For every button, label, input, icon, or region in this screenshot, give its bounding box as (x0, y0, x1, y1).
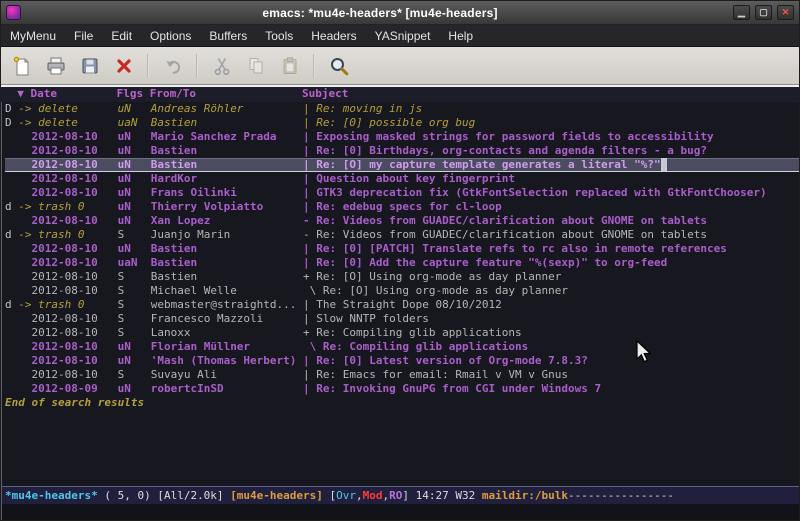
message-row[interactable]: 2012-08-10 uN 'Mash (Thomas Herbert) | R… (5, 354, 799, 368)
end-of-results-text: End of search results (5, 396, 799, 410)
menu-item-help[interactable]: Help (439, 26, 482, 46)
search-icon (328, 55, 350, 77)
menu-bar: MyMenuFileEditOptionsBuffersToolsHeaders… (1, 25, 799, 47)
paste-icon (279, 55, 301, 77)
message-row[interactable]: 2012-08-10 uaN Bastien | Re: [0] Add the… (5, 256, 799, 270)
close-button[interactable]: ✕ (777, 5, 794, 20)
message-row[interactable]: 2012-08-10 uN Mario Sanchez Prada | Expo… (5, 130, 799, 144)
header-line[interactable]: ▼ Date Flgs From/To Subject (1, 85, 799, 102)
save-button[interactable] (74, 51, 105, 81)
message-row[interactable]: 2012-08-10 S Bastien + Re: [O] Using org… (5, 270, 799, 284)
new-file-icon (11, 55, 33, 77)
message-row[interactable]: 2012-08-10 S Michael Welle \ Re: [O] Usi… (5, 284, 799, 298)
toolbar-separator (196, 54, 198, 78)
message-row[interactable]: d -> trash 0 S webmaster@straightd... | … (5, 298, 799, 312)
paste-button[interactable] (274, 51, 305, 81)
message-row[interactable]: 2012-08-10 S Lanoxx + Re: Compiling glib… (5, 326, 799, 340)
emacs-app-icon (6, 5, 21, 20)
undo-icon (162, 55, 184, 77)
print-button[interactable] (40, 51, 71, 81)
message-row[interactable]: 2012-08-10 uN Bastien | Re: [0] [PATCH] … (5, 242, 799, 256)
search-button[interactable] (323, 51, 354, 81)
message-row[interactable]: D -> delete uaN Bastien | Re: [0] possib… (5, 116, 799, 130)
copy-button[interactable] (240, 51, 271, 81)
headers-buffer: D -> delete uN Andreas Röhler | Re: movi… (2, 102, 799, 486)
print-icon (45, 55, 67, 77)
modeline-segment: Ovr (336, 489, 356, 502)
window-title: emacs: *mu4e-headers* [mu4e-headers] (27, 6, 733, 20)
cut-icon (211, 55, 233, 77)
message-row[interactable]: D -> delete uN Andreas Röhler | Re: movi… (5, 102, 799, 116)
mode-line[interactable]: *mu4e-headers* ( 5, 0) [All/2.0k] [mu4e-… (2, 486, 799, 504)
message-row[interactable]: d -> trash 0 uN Thierry Volpiatto | Re: … (5, 200, 799, 214)
message-row[interactable]: 2012-08-10 uN Xan Lopez - Re: Videos fro… (5, 214, 799, 228)
modeline-segment: [All/2.0k] (157, 489, 230, 502)
edit-area: D -> delete uN Andreas Röhler | Re: movi… (1, 102, 799, 520)
cut-button[interactable] (206, 51, 237, 81)
modeline-segment: 14:27 W32 (416, 489, 482, 502)
close-buffer-icon (113, 55, 135, 77)
menu-item-file[interactable]: File (65, 26, 102, 46)
menu-item-buffers[interactable]: Buffers (200, 26, 256, 46)
menu-item-yasnippet[interactable]: YASnippet (366, 26, 440, 46)
maximize-button[interactable]: ▢ (755, 5, 772, 20)
modeline-segment: ] (402, 489, 415, 502)
message-row[interactable]: 2012-08-10 uN Frans Oilinki | GTK3 depre… (5, 186, 799, 200)
text-cursor (661, 158, 668, 171)
modeline-segment: maildir:/bulk (482, 489, 568, 502)
new-file-button[interactable] (6, 51, 37, 81)
menu-item-mymenu[interactable]: MyMenu (1, 26, 65, 46)
modeline-segment: ---------------- (568, 489, 674, 502)
menu-item-options[interactable]: Options (141, 26, 200, 46)
save-icon (79, 55, 101, 77)
echo-area[interactable] (2, 504, 799, 520)
modeline-segment: *mu4e-headers* (5, 489, 98, 502)
message-row[interactable]: 2012-08-10 uN Florian Müllner \ Re: Comp… (5, 340, 799, 354)
copy-icon (245, 55, 267, 77)
toolbar (1, 47, 799, 85)
undo-button[interactable] (157, 51, 188, 81)
modeline-segment: Mod (363, 489, 383, 502)
modeline-segment: [ (323, 489, 336, 502)
modeline-segment: ( 5, 0) (98, 489, 158, 502)
toolbar-separator (147, 54, 149, 78)
emacs-window: emacs: *mu4e-headers* [mu4e-headers] ▁ ▢… (0, 0, 800, 521)
menu-item-tools[interactable]: Tools (256, 26, 302, 46)
message-row[interactable]: d -> trash 0 S Juanjo Marin - Re: Videos… (5, 228, 799, 242)
modeline-segment: [mu4e-headers] (230, 489, 323, 502)
menu-item-headers[interactable]: Headers (302, 26, 365, 46)
message-row[interactable]: 2012-08-10 uN HardKor | Question about k… (5, 172, 799, 186)
message-row[interactable]: 2012-08-10 uN Bastien | Re: [0] Birthday… (5, 144, 799, 158)
minimize-button[interactable]: ▁ (733, 5, 750, 20)
message-row[interactable]: 2012-08-10 S Francesco Mazzoli | Slow NN… (5, 312, 799, 326)
message-row-current[interactable]: 2012-08-10 uN Bastien | Re: [O] my captu… (5, 158, 799, 172)
modeline-segment: , (356, 489, 363, 502)
window-controls: ▁ ▢ ✕ (733, 5, 794, 20)
menu-item-edit[interactable]: Edit (102, 26, 141, 46)
toolbar-separator (313, 54, 315, 78)
message-row[interactable]: 2012-08-10 S Suvayu Ali | Re: Emacs for … (5, 368, 799, 382)
close-buffer-button[interactable] (108, 51, 139, 81)
message-row[interactable]: 2012-08-09 uN robertcInSD | Re: Invoking… (5, 382, 799, 396)
titlebar[interactable]: emacs: *mu4e-headers* [mu4e-headers] ▁ ▢… (1, 1, 799, 25)
modeline-segment: RO (389, 489, 402, 502)
